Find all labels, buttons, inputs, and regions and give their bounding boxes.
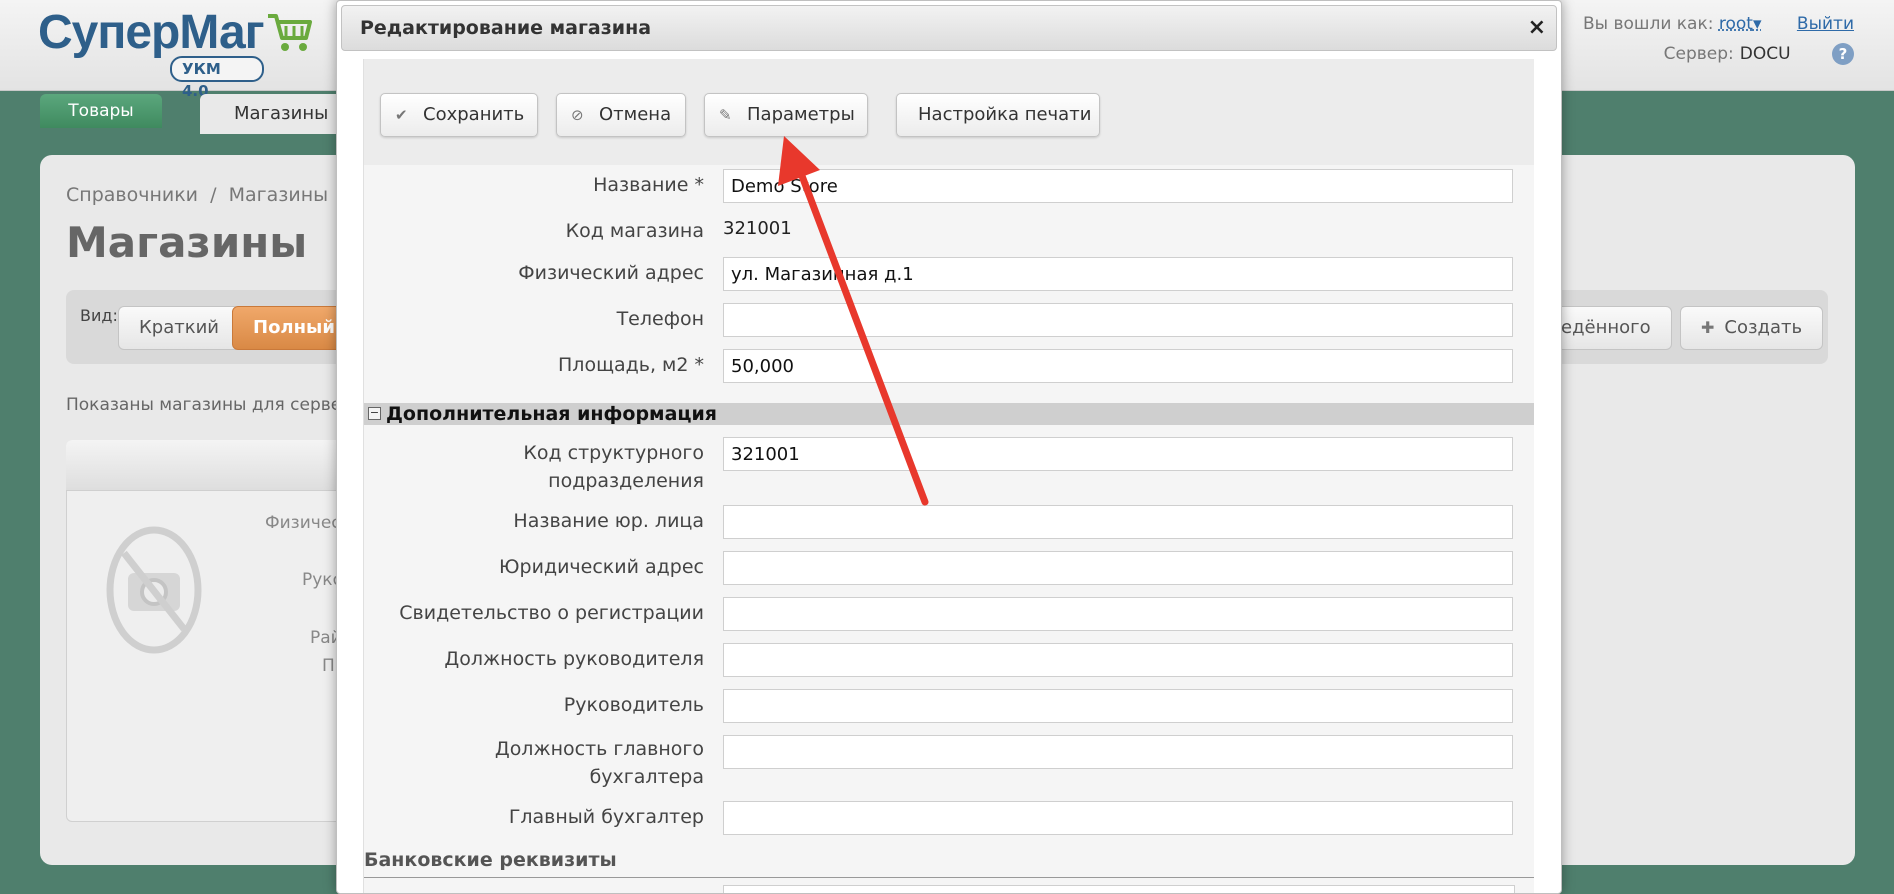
help-icon[interactable]: ?	[1832, 43, 1854, 65]
legal-name-input[interactable]	[723, 505, 1513, 539]
additional-info-section-header[interactable]: − Дополнительная информация	[364, 403, 1534, 425]
page-title: Магазины	[66, 218, 307, 267]
app-logo[interactable]: СуперМаг УКМ 4.0	[38, 6, 264, 60]
chief-accountant-position-input[interactable]	[723, 735, 1513, 769]
chevron-down-icon: ▾	[1753, 14, 1762, 34]
edit-store-dialog: Редактирование магазина × ✔ Сохранить ⊘ …	[336, 0, 1562, 894]
dialog-toolbar: ✔ Сохранить ⊘ Отмена ✎ Параметры Настрой…	[364, 59, 1534, 165]
parameters-button[interactable]: ✎ Параметры	[704, 93, 868, 137]
user-menu-link[interactable]: root▾	[1719, 14, 1762, 34]
legal-name-label: Название юр. лица	[336, 507, 704, 535]
card-label-p: П	[322, 656, 335, 676]
no-photo-icon	[106, 525, 202, 655]
name-label: Название *	[336, 171, 704, 199]
chief-accountant-position-label: Должность главного бухгалтера	[336, 735, 704, 791]
head-label: Руководитель	[336, 691, 704, 719]
dialog-titlebar[interactable]: Редактирование магазина ×	[341, 5, 1557, 51]
dialog-body: ✔ Сохранить ⊘ Отмена ✎ Параметры Настрой…	[363, 59, 1534, 894]
collapse-icon[interactable]: −	[368, 407, 381, 420]
store-code-label: Код магазина	[336, 217, 704, 245]
checkmark-icon: ✔	[395, 94, 408, 136]
plus-icon: ✚	[1701, 318, 1714, 337]
head-input[interactable]	[723, 689, 1513, 723]
bank-field-input[interactable]	[723, 885, 1515, 894]
server-value: DOCU	[1740, 44, 1791, 64]
logo-text: СуперМаг	[38, 6, 264, 60]
print-settings-button[interactable]: Настройка печати	[896, 93, 1100, 137]
card-label-address: Физичес	[265, 513, 341, 533]
head-position-label: Должность руководителя	[336, 645, 704, 673]
pencil-icon: ✎	[719, 94, 732, 136]
phone-input[interactable]	[723, 303, 1513, 337]
cancel-icon: ⊘	[571, 94, 584, 136]
create-button[interactable]: ✚ Создать	[1680, 306, 1823, 350]
registration-cert-label: Свидетельство о регистрации	[336, 599, 704, 627]
tab-goods[interactable]: Товары	[40, 94, 162, 128]
name-input[interactable]	[723, 169, 1513, 203]
view-short-button[interactable]: Краткий	[118, 306, 240, 350]
registration-cert-input[interactable]	[723, 597, 1513, 631]
struct-code-label: Код структурного подразделения	[336, 439, 704, 495]
phone-label: Телефон	[336, 305, 704, 333]
logout-link[interactable]: Выйти	[1797, 14, 1854, 34]
physical-address-input[interactable]	[723, 257, 1513, 291]
shown-stores-text: Показаны магазины для сервера	[66, 395, 362, 415]
cart-icon	[266, 10, 312, 54]
area-label: Площадь, м2 *	[336, 351, 704, 379]
logo-version-badge: УКМ 4.0	[170, 56, 264, 82]
store-code-value: 321001	[723, 215, 792, 243]
server-label: Сервер:	[1664, 44, 1734, 64]
additional-info-title: Дополнительная информация	[386, 403, 717, 425]
bank-details-title: Банковские реквизиты	[364, 849, 617, 871]
user-prefix: Вы вошли как:	[1583, 14, 1713, 34]
save-button[interactable]: ✔ Сохранить	[380, 93, 538, 137]
physical-address-label: Физический адрес	[336, 259, 704, 287]
legal-address-input[interactable]	[723, 551, 1513, 585]
user-info: Вы вошли как: root▾ Выйти Сервер: DOCU ?	[1583, 12, 1854, 72]
breadcrumb[interactable]: Справочники / Магазины	[66, 184, 328, 206]
close-icon[interactable]: ×	[1528, 6, 1546, 50]
area-input[interactable]	[723, 349, 1513, 383]
chief-accountant-input[interactable]	[723, 801, 1513, 835]
store-card-header	[66, 440, 346, 491]
dialog-title: Редактирование магазина	[360, 6, 651, 50]
cancel-button[interactable]: ⊘ Отмена	[556, 93, 686, 137]
legal-address-label: Юридический адрес	[336, 553, 704, 581]
struct-code-input[interactable]	[723, 437, 1513, 471]
view-label: Вид:	[80, 306, 118, 325]
bank-section-divider	[364, 877, 1534, 878]
chief-accountant-label: Главный бухгалтер	[336, 803, 704, 831]
head-position-input[interactable]	[723, 643, 1513, 677]
